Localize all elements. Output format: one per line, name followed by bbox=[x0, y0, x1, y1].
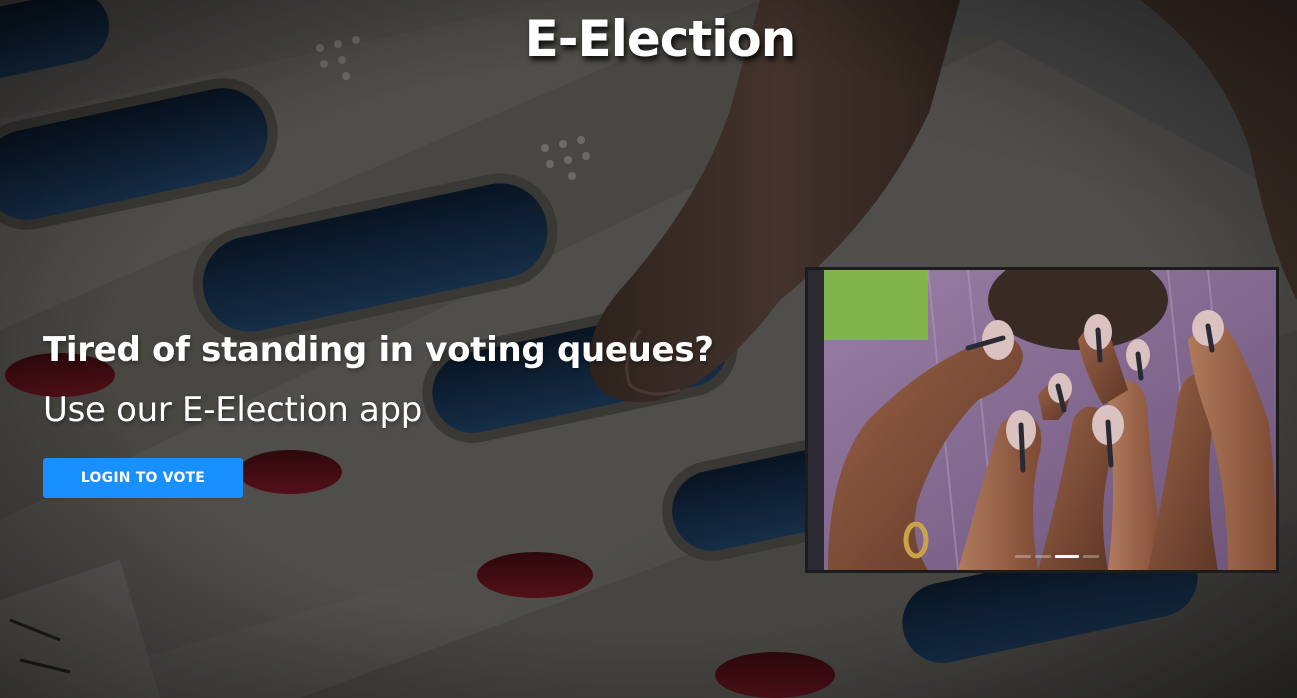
hero-headline: Tired of standing in voting queues? bbox=[43, 330, 714, 370]
carousel-dot-3-active[interactable] bbox=[1055, 555, 1079, 558]
image-carousel[interactable] bbox=[805, 267, 1279, 573]
hero-subheadline: Use our E-Election app bbox=[43, 390, 423, 430]
carousel-dot-1[interactable] bbox=[1015, 555, 1031, 558]
inked-fingers-slide-image bbox=[808, 270, 1276, 570]
hero-section: Tired of standing in voting queues? Use … bbox=[43, 326, 763, 434]
landing-page: E-Election Tired of standing in voting q… bbox=[0, 0, 1297, 698]
login-to-vote-button[interactable]: LOGIN TO VOTE bbox=[43, 458, 243, 498]
app-title: E-Election bbox=[524, 10, 797, 68]
carousel-dot-2[interactable] bbox=[1035, 555, 1051, 558]
carousel-pagination bbox=[808, 555, 1276, 558]
carousel-dot-4[interactable] bbox=[1083, 555, 1099, 558]
